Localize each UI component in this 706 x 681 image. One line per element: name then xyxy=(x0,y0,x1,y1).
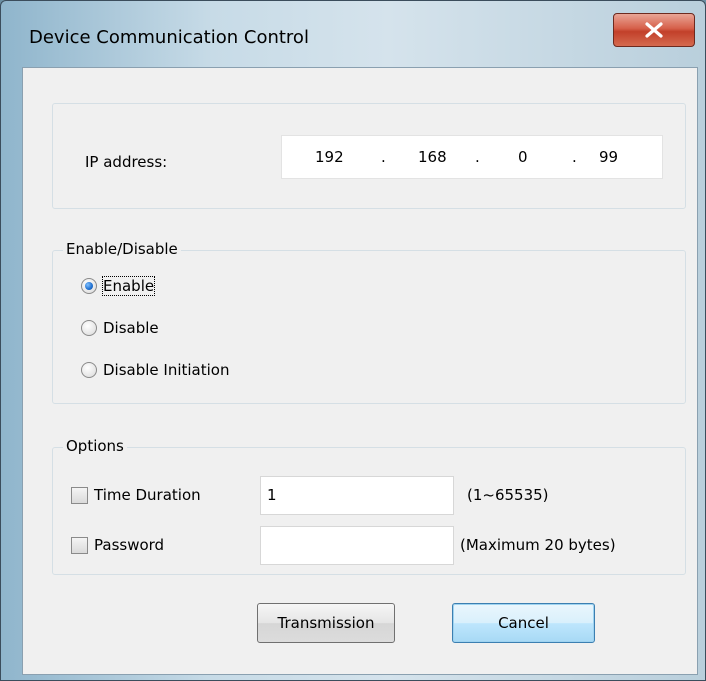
ip-octet-3[interactable]: 0 xyxy=(518,148,528,166)
ip-separator: . xyxy=(475,148,480,166)
options-legend: Options xyxy=(63,436,127,456)
close-icon xyxy=(645,22,663,38)
password-checkbox[interactable] xyxy=(71,536,88,554)
transmission-button[interactable]: Transmission xyxy=(257,603,395,643)
window-title: Device Communication Control xyxy=(29,27,309,48)
ip-address-group: IP address: 192 . 168 . 0 . 99 xyxy=(52,103,686,209)
ip-address-label: IP address: xyxy=(85,153,168,171)
password-length-hint: (Maximum 20 bytes) xyxy=(460,536,616,554)
ip-separator: . xyxy=(572,148,577,166)
ip-octet-4[interactable]: 99 xyxy=(599,148,618,166)
radio-enable[interactable]: Enable xyxy=(81,276,156,296)
ip-address-field[interactable]: 192 . 168 . 0 . 99 xyxy=(281,135,663,179)
radio-disable[interactable]: Disable xyxy=(81,319,159,337)
password-label[interactable]: Password xyxy=(94,536,164,554)
password-checkbox-row[interactable]: Password xyxy=(71,536,164,554)
radio-enable-indicator[interactable] xyxy=(81,278,97,294)
radio-enable-label[interactable]: Enable xyxy=(101,276,156,296)
ip-octet-1[interactable]: 192 xyxy=(315,148,344,166)
options-group: Options Time Duration 1 (1~65535) Passwo… xyxy=(52,436,686,575)
radio-disable-initiation-label[interactable]: Disable Initiation xyxy=(103,361,229,379)
radio-disable-initiation[interactable]: Disable Initiation xyxy=(81,361,229,379)
enable-disable-legend: Enable/Disable xyxy=(63,239,181,259)
enable-disable-group: Enable/Disable Enable Disable Disable In… xyxy=(52,239,686,404)
close-button[interactable] xyxy=(613,13,695,47)
cancel-button[interactable]: Cancel xyxy=(452,603,595,643)
password-input[interactable] xyxy=(260,526,454,565)
time-duration-checkbox-row[interactable]: Time Duration xyxy=(71,486,201,504)
time-duration-range-hint: (1~65535) xyxy=(467,486,549,504)
radio-disable-indicator[interactable] xyxy=(81,320,97,336)
dialog-client-area: IP address: 192 . 168 . 0 . 99 Enable/Di… xyxy=(22,67,698,675)
radio-disable-initiation-indicator[interactable] xyxy=(81,362,97,378)
time-duration-input[interactable]: 1 xyxy=(260,476,454,515)
time-duration-label[interactable]: Time Duration xyxy=(94,486,201,504)
time-duration-checkbox[interactable] xyxy=(71,486,88,504)
radio-disable-label[interactable]: Disable xyxy=(103,319,159,337)
ip-separator: . xyxy=(381,148,386,166)
title-bar[interactable]: Device Communication Control xyxy=(1,1,705,67)
dialog-window: Device Communication Control IP address:… xyxy=(0,0,706,681)
ip-octet-2[interactable]: 168 xyxy=(418,148,447,166)
